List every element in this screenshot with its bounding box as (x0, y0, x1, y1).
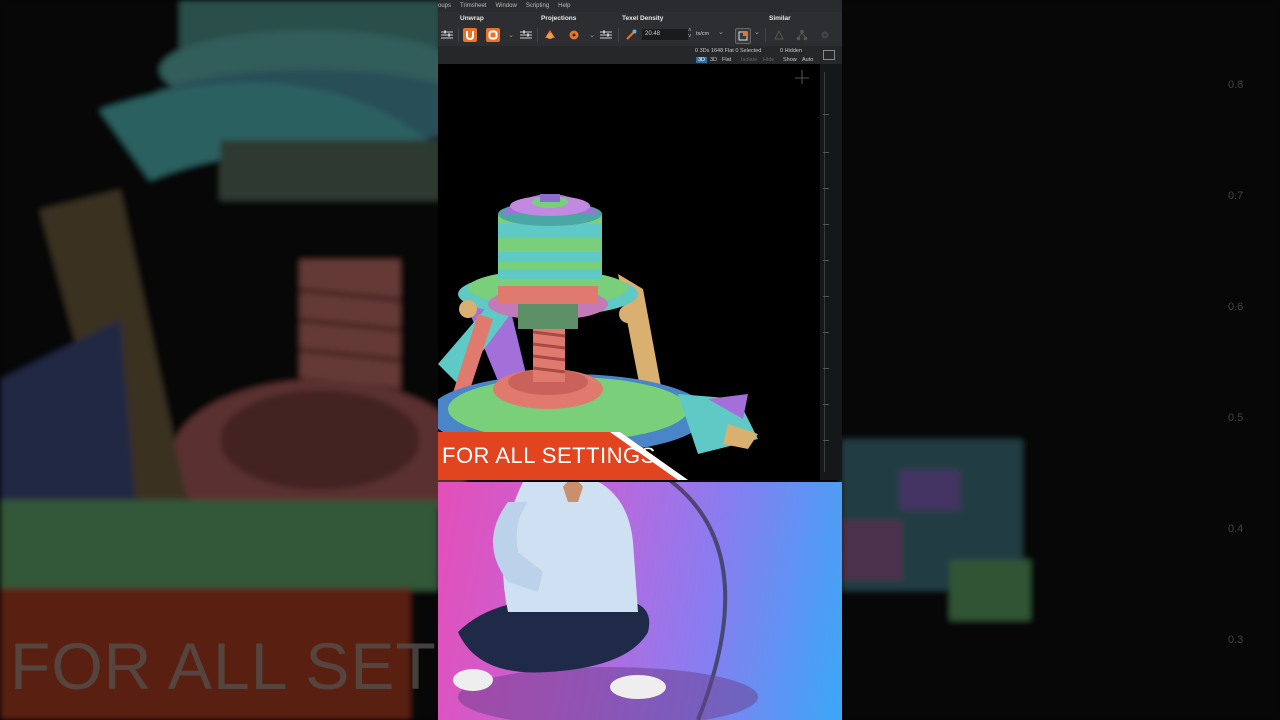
ruler-tick (823, 260, 829, 261)
caption-text: FOR ALL SETTINGS (442, 443, 656, 468)
ruler-tick (823, 188, 829, 189)
ruler-tick (823, 404, 829, 405)
selection-stats: 0 3Ds 1648 Flat 0 Selected (695, 48, 762, 54)
info-bar: 0 3Ds 1648 Flat 0 Selected 0 Hidden 3D 3… (438, 46, 842, 64)
projection-box-icon[interactable] (543, 28, 557, 42)
3d-viewport[interactable] (438, 64, 820, 480)
unwrap-settings-icon[interactable] (440, 28, 454, 42)
ruler-tick (823, 114, 829, 115)
background-scale-label: 0.8 (1228, 79, 1244, 91)
toolbar: Unwrap Projections Texel Density Similar… (438, 12, 842, 46)
menu-item-trimsheet[interactable]: Trimsheet (460, 0, 486, 12)
chevron-down-icon[interactable]: ⌄ (754, 28, 760, 36)
ruler-tick (823, 152, 829, 153)
ruler-tick (823, 332, 829, 333)
view-3d-label[interactable]: 3D (710, 57, 717, 63)
projections-group-label: Projections (541, 15, 577, 22)
projection-options-icon[interactable] (599, 28, 613, 42)
presenter-figure (453, 482, 758, 720)
background-scale: 0.8 0.7 0.6 0.5 0.4 0.3 (1228, 30, 1243, 696)
toolbar-separator (458, 28, 459, 42)
projection-settings-icon[interactable] (519, 28, 533, 42)
3d-model (438, 70, 809, 454)
unwrap-u-icon[interactable] (463, 28, 477, 42)
menu-item-help[interactable]: Help (558, 0, 570, 12)
hide-button[interactable]: Hide (763, 57, 774, 63)
ruler-tick (823, 224, 829, 225)
unwrap-o-icon[interactable] (486, 28, 500, 42)
background-scale-label: 0.4 (1228, 523, 1244, 535)
texel-stepper[interactable]: ˄ ˅ (688, 28, 692, 40)
projection-gear-icon[interactable] (567, 28, 581, 42)
view-3d-button[interactable]: 3D (696, 57, 708, 63)
menu-item-window[interactable]: Window (495, 0, 516, 12)
ruler-tick (823, 368, 829, 369)
texel-apply-icon[interactable] (735, 28, 751, 44)
ruler-tick (823, 440, 829, 441)
menu-item-groups[interactable]: oups (438, 0, 451, 12)
isolate-button[interactable]: Isolate (741, 57, 757, 63)
similar-tree-icon[interactable] (795, 28, 809, 42)
texel-density-input[interactable]: 20.48 (642, 29, 688, 40)
uv-editor-window: oups Trimsheet Window Scripting Help Unw… (438, 0, 842, 480)
background-scale-label: 0.5 (1228, 412, 1244, 424)
auto-button[interactable]: Auto (802, 57, 813, 63)
background-scale-label: 0.7 (1228, 190, 1244, 202)
menu-bar: oups Trimsheet Window Scripting Help (438, 0, 842, 12)
chevron-down-icon[interactable]: ⌄ (718, 28, 724, 36)
background-scale-label: 0.3 (1228, 634, 1244, 646)
texel-density-group-label: Texel Density (622, 15, 664, 22)
toolbar-separator (618, 28, 619, 42)
eyedropper-icon[interactable] (624, 28, 638, 42)
show-button[interactable]: Show (783, 57, 797, 63)
similar-gear-icon[interactable] (818, 28, 832, 42)
maximize-icon[interactable] (823, 50, 835, 60)
view-flat-button[interactable]: Flat (722, 57, 731, 63)
ruler-line (824, 72, 825, 472)
menu-item-scripting[interactable]: Scripting (526, 0, 549, 12)
similar-group-label: Similar (769, 15, 791, 22)
chevron-down-icon[interactable]: ⌄ (585, 28, 599, 42)
vertical-ruler[interactable] (820, 64, 842, 480)
presenter-video (438, 482, 842, 720)
toolbar-separator (537, 28, 538, 42)
background-scale-label: 0.6 (1228, 301, 1244, 313)
chevron-down-icon[interactable]: ⌄ (504, 28, 518, 42)
toolbar-separator (765, 28, 766, 42)
ruler-tick (823, 296, 829, 297)
unwrap-group-label: Unwrap (460, 15, 484, 22)
hidden-count: 0 Hidden (780, 48, 803, 54)
axis-gizmo-icon (795, 70, 809, 84)
similar-select-icon[interactable] (772, 28, 786, 42)
